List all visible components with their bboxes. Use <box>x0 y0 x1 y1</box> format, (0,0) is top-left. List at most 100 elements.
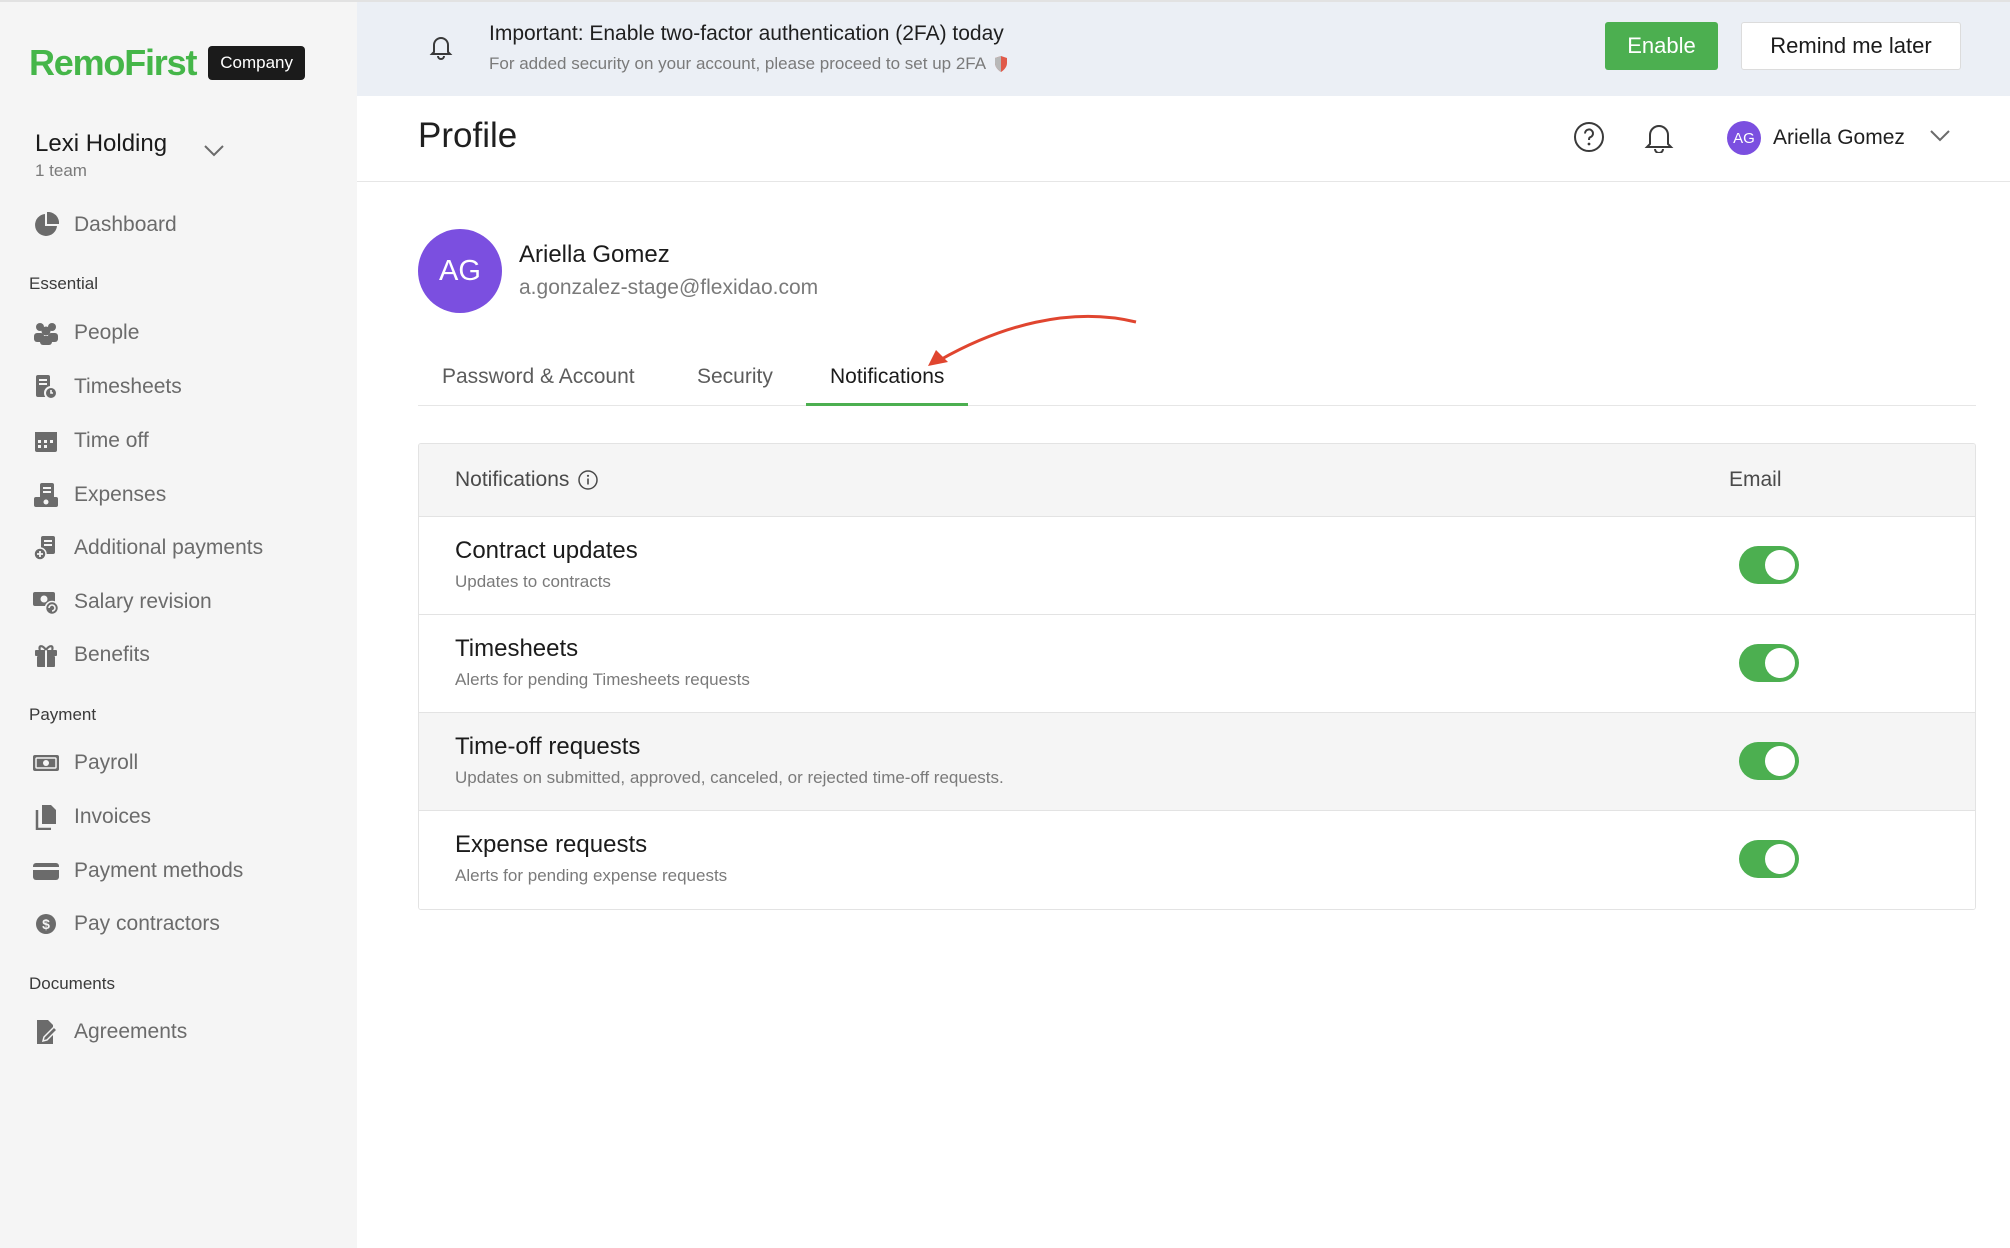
calendar-icon <box>32 427 60 455</box>
remind-me-later-button[interactable]: Remind me later <box>1741 22 1961 70</box>
banner-subtitle: For added security on your account, plea… <box>489 54 987 73</box>
sidebar-item-label: People <box>74 321 140 344</box>
toggle-knob <box>1765 550 1795 580</box>
toggle-knob <box>1765 844 1795 874</box>
chevron-down-icon <box>203 144 225 163</box>
notifications-table: Notifications Email Contract updates Upd… <box>418 443 1976 910</box>
sidebar-item-salary-revision[interactable]: Salary revision <box>32 584 212 620</box>
credit-card-icon <box>32 857 60 885</box>
toggle-knob <box>1765 648 1795 678</box>
page-header: Profile AG Ariella Gomez <box>357 96 2010 182</box>
notifications-bell-icon[interactable] <box>1644 121 1674 158</box>
profile-avatar: AG <box>418 229 502 313</box>
dollar-coin-icon: $ <box>32 910 60 938</box>
sidebar-item-label: Payroll <box>74 751 139 774</box>
section-essential: Essential <box>29 274 98 293</box>
document-edit-icon <box>32 1018 60 1046</box>
email-toggle-contract-updates[interactable] <box>1739 546 1799 584</box>
svg-text:$: $ <box>42 916 50 932</box>
sidebar-item-additional-payments[interactable]: Additional payments <box>32 530 263 566</box>
sidebar-item-label: Time off <box>74 429 149 452</box>
notification-title: Contract updates <box>455 537 638 564</box>
gift-icon <box>32 641 60 669</box>
chevron-down-icon <box>1929 129 1951 148</box>
notifications-column-header: Notifications <box>455 468 599 492</box>
notification-description: Alerts for pending expense requests <box>455 866 728 885</box>
sidebar-item-timesheets[interactable]: Timesheets <box>32 369 182 405</box>
logo[interactable]: RemoFirst Company <box>29 42 305 84</box>
email-toggle-expense-requests[interactable] <box>1739 840 1799 878</box>
notification-title: Expense requests <box>455 831 648 858</box>
table-row: Timesheets Alerts for pending Timesheets… <box>419 615 1975 713</box>
table-row: Expense requests Alerts for pending expe… <box>419 811 1975 909</box>
banner-subtitle-row: For added security on your account, plea… <box>489 54 1008 74</box>
user-menu[interactable]: AG Ariella Gomez <box>1727 121 1951 155</box>
notification-description: Updates on submitted, approved, canceled… <box>455 768 1004 787</box>
email-toggle-timesheets[interactable] <box>1739 644 1799 682</box>
sidebar-item-benefits[interactable]: Benefits <box>32 637 150 673</box>
bell-icon <box>429 34 453 65</box>
annotation-arrow-icon <box>920 308 1140 375</box>
sidebar-item-label: Benefits <box>74 643 150 666</box>
table-row: Contract updates Updates to contracts <box>419 517 1975 615</box>
notification-description: Updates to contracts <box>455 572 611 591</box>
profile-name: Ariella Gomez <box>519 241 670 268</box>
user-name: Ariella Gomez <box>1773 126 1905 149</box>
money-icon <box>32 749 60 777</box>
documents-icon <box>32 803 60 831</box>
section-documents: Documents <box>29 974 115 993</box>
shield-icon <box>995 56 1008 72</box>
logo-text: RemoFirst <box>29 42 197 83</box>
sidebar-item-agreements[interactable]: Agreements <box>32 1014 187 1050</box>
salary-revision-icon <box>32 588 60 616</box>
tab-password-account[interactable]: Password & Account <box>418 356 659 406</box>
timesheet-icon <box>32 373 60 401</box>
info-icon[interactable] <box>577 469 599 491</box>
additional-payment-icon <box>32 534 60 562</box>
avatar: AG <box>1727 121 1761 155</box>
email-column-header: Email <box>1729 468 1782 491</box>
company-badge: Company <box>208 46 305 80</box>
toggle-knob <box>1765 746 1795 776</box>
sidebar-item-label: Invoices <box>74 805 152 828</box>
sidebar-item-invoices[interactable]: Invoices <box>32 799 151 835</box>
sidebar-item-label: Agreements <box>74 1020 188 1043</box>
sidebar-item-label: Salary revision <box>74 590 212 613</box>
notification-title: Timesheets <box>455 635 579 662</box>
table-header: Notifications Email <box>419 444 1975 517</box>
sidebar-item-expenses[interactable]: Expenses <box>32 477 166 513</box>
sidebar-item-label: Dashboard <box>74 213 177 236</box>
page-title: Profile <box>418 116 518 155</box>
sidebar-item-label: Timesheets <box>74 375 182 398</box>
sidebar-item-people[interactable]: People <box>32 315 139 351</box>
sidebar: RemoFirst Company Lexi Holding 1 team Da… <box>0 0 357 1248</box>
receipt-icon <box>32 481 60 509</box>
tab-security[interactable]: Security <box>673 356 797 406</box>
sidebar-item-dashboard[interactable]: Dashboard <box>32 207 177 243</box>
profile-tabs: Password & Account Security Notification… <box>418 356 1976 406</box>
sidebar-item-payment-methods[interactable]: Payment methods <box>32 853 243 889</box>
org-team-count: 1 team <box>35 161 87 180</box>
notification-title: Time-off requests <box>455 733 641 760</box>
people-icon <box>32 319 60 347</box>
email-toggle-time-off-requests[interactable] <box>1739 742 1799 780</box>
profile-email: a.gonzalez-stage@flexidao.com <box>519 276 819 299</box>
sidebar-item-pay-contractors[interactable]: $ Pay contractors <box>32 906 220 942</box>
sidebar-item-label: Payment methods <box>74 859 244 882</box>
two-factor-banner: Important: Enable two-factor authenticat… <box>357 0 2010 96</box>
org-name: Lexi Holding <box>35 130 168 157</box>
help-icon[interactable] <box>1573 121 1605 158</box>
section-payment: Payment <box>29 705 97 724</box>
org-switcher[interactable]: Lexi Holding 1 team <box>35 130 225 181</box>
sidebar-item-time-off[interactable]: Time off <box>32 423 149 459</box>
enable-2fa-button[interactable]: Enable <box>1605 22 1718 70</box>
sidebar-item-label: Expenses <box>74 483 167 506</box>
notifications-header-label: Notifications <box>455 468 570 491</box>
sidebar-item-label: Additional payments <box>74 536 264 559</box>
banner-title: Important: Enable two-factor authenticat… <box>489 22 1004 45</box>
pie-chart-icon <box>32 211 60 239</box>
sidebar-item-label: Pay contractors <box>74 912 220 935</box>
notification-description: Alerts for pending Timesheets requests <box>455 670 750 689</box>
table-row: Time-off requests Updates on submitted, … <box>419 713 1975 811</box>
sidebar-item-payroll[interactable]: Payroll <box>32 745 138 781</box>
